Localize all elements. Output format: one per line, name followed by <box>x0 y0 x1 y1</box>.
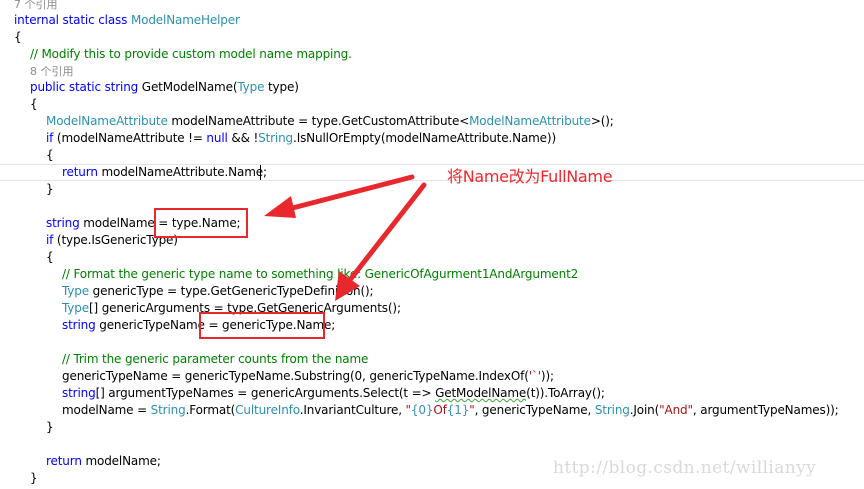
watermark: http://blog.csdn.net/willianyy <box>553 458 817 478</box>
annotation-arrows <box>264 174 427 301</box>
arrow-head-type-name <box>264 196 296 218</box>
annotation-text: 将Name改为FullName <box>447 167 613 186</box>
arrow-to-type-name <box>274 174 415 215</box>
arrow-to-generic-type-name <box>343 182 427 288</box>
